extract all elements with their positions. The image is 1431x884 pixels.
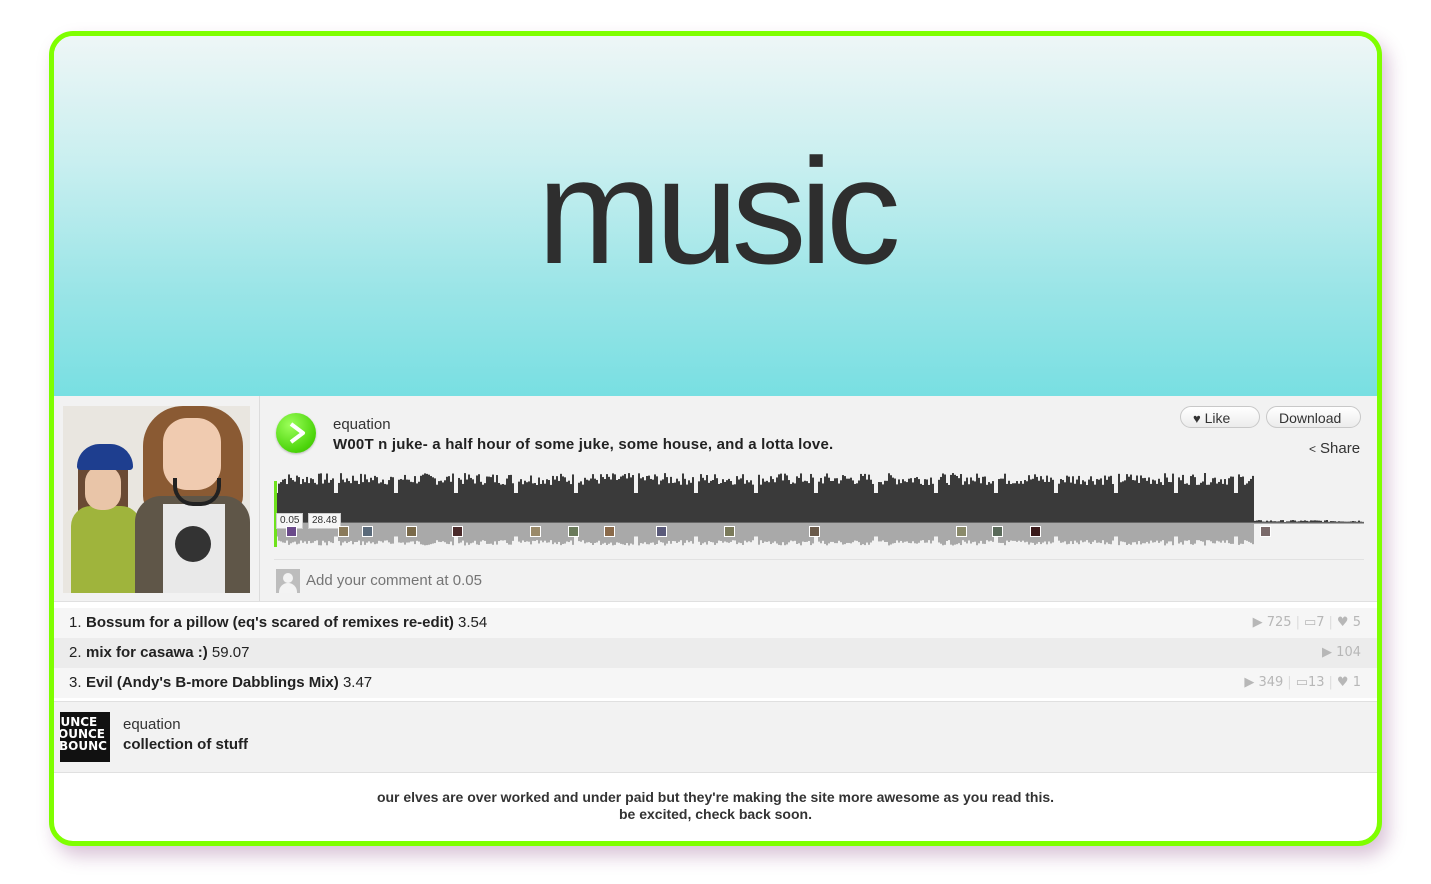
comment-marker[interactable] bbox=[604, 526, 615, 537]
like-label: Like bbox=[1204, 410, 1231, 426]
track-uploader[interactable]: equation bbox=[333, 416, 391, 433]
waveform-baseline bbox=[274, 522, 1364, 523]
track-stats: ▶ 725 | ▭7 | ♥ 5 bbox=[1252, 615, 1361, 630]
header-banner: music bbox=[54, 36, 1377, 396]
page-frame: music equation W00T n juke- a half hour … bbox=[49, 31, 1382, 846]
like-count: 1 bbox=[1352, 675, 1361, 690]
comment-marker[interactable] bbox=[362, 526, 373, 537]
comment-bar bbox=[274, 559, 1364, 598]
comment-marker[interactable] bbox=[809, 526, 820, 537]
share-button[interactable]: < Share bbox=[1309, 440, 1360, 457]
comment-marker[interactable] bbox=[530, 526, 541, 537]
playlist-artwork[interactable]: JUNCE OUNCE BOUNC bbox=[60, 712, 110, 762]
waveform-upper bbox=[274, 473, 1364, 523]
track-artwork[interactable] bbox=[63, 406, 250, 593]
track-row[interactable]: 2. mix for casawa :) 59.07 ▶ 104 bbox=[54, 638, 1377, 668]
playlist-user[interactable]: equation bbox=[123, 716, 181, 733]
comment-marker[interactable] bbox=[992, 526, 1003, 537]
like-count: 5 bbox=[1352, 615, 1361, 630]
play-icon bbox=[289, 422, 305, 444]
comment-count-icon: ▭ bbox=[1303, 615, 1317, 630]
track-name[interactable]: Evil (Andy's B-more Dabblings Mix) 3.47 bbox=[86, 668, 372, 698]
comment-marker[interactable] bbox=[568, 526, 579, 537]
comment-marker[interactable] bbox=[956, 526, 967, 537]
like-count-icon: ♥ bbox=[1336, 675, 1349, 690]
play-count-icon: ▶ bbox=[1244, 675, 1255, 690]
user-avatar-icon bbox=[276, 569, 300, 593]
track-name[interactable]: Bossum for a pillow (eq's scared of remi… bbox=[86, 608, 487, 638]
playlist-item[interactable]: JUNCE OUNCE BOUNC equation collection of… bbox=[54, 701, 1377, 773]
like-button[interactable]: ♥ Like bbox=[1180, 406, 1260, 428]
playlist-title[interactable]: collection of stuff bbox=[123, 736, 248, 753]
play-count-icon: ▶ bbox=[1252, 615, 1263, 630]
comment-input[interactable] bbox=[306, 569, 1006, 591]
total-time: 28.48 bbox=[308, 513, 342, 529]
comment-count: 7 bbox=[1316, 615, 1325, 630]
track-row[interactable]: 3. Evil (Andy's B-more Dabblings Mix) 3.… bbox=[54, 668, 1377, 698]
comment-marker[interactable] bbox=[724, 526, 735, 537]
play-button[interactable] bbox=[276, 413, 316, 453]
footer-line-2: be excited, check back soon. bbox=[619, 806, 812, 822]
footer-message: our elves are over worked and under paid… bbox=[54, 789, 1377, 823]
play-count: 725 bbox=[1266, 615, 1292, 630]
track-name[interactable]: mix for casawa :) 59.07 bbox=[86, 638, 249, 668]
play-count: 104 bbox=[1336, 645, 1361, 660]
like-count-icon: ♥ bbox=[1336, 615, 1349, 630]
track-duration: 3.47 bbox=[342, 674, 373, 691]
comment-count-icon: ▭ bbox=[1295, 675, 1308, 690]
share-label: Share bbox=[1320, 440, 1361, 457]
track-number: 3. bbox=[69, 674, 82, 691]
track-duration: 3.54 bbox=[458, 614, 488, 631]
track-title[interactable]: W00T n juke- a half hour of some juke, s… bbox=[333, 436, 833, 453]
comment-marker[interactable] bbox=[286, 526, 297, 537]
footer-line-1: our elves are over worked and under paid… bbox=[376, 789, 1055, 805]
waveform[interactable]: 0.05 28.48 bbox=[274, 471, 1364, 551]
comment-marker[interactable] bbox=[338, 526, 349, 537]
comment-marker[interactable] bbox=[406, 526, 417, 537]
comment-count: 13 bbox=[1307, 675, 1325, 690]
share-icon: < bbox=[1309, 442, 1317, 456]
comment-marker[interactable] bbox=[1260, 526, 1271, 537]
track-number: 2. bbox=[69, 644, 82, 661]
track-number: 1. bbox=[69, 614, 82, 631]
download-button[interactable]: Download bbox=[1266, 406, 1361, 428]
banner-title: music bbox=[537, 127, 901, 295]
divider bbox=[259, 396, 260, 601]
play-count: 349 bbox=[1258, 675, 1284, 690]
track-stats: ▶ 349 | ▭13 | ♥ 1 bbox=[1244, 675, 1361, 690]
comment-marker[interactable] bbox=[656, 526, 667, 537]
comment-marker[interactable] bbox=[1030, 526, 1041, 537]
sound-player: equation W00T n juke- a half hour of som… bbox=[54, 396, 1377, 602]
heart-icon: ♥ bbox=[1193, 411, 1201, 426]
track-stats: ▶ 104 bbox=[1322, 638, 1361, 668]
comment-marker[interactable] bbox=[452, 526, 463, 537]
play-count-icon: ▶ bbox=[1322, 645, 1333, 660]
track-duration: 59.07 bbox=[211, 644, 250, 661]
track-row[interactable]: 1. Bossum for a pillow (eq's scared of r… bbox=[54, 608, 1377, 638]
